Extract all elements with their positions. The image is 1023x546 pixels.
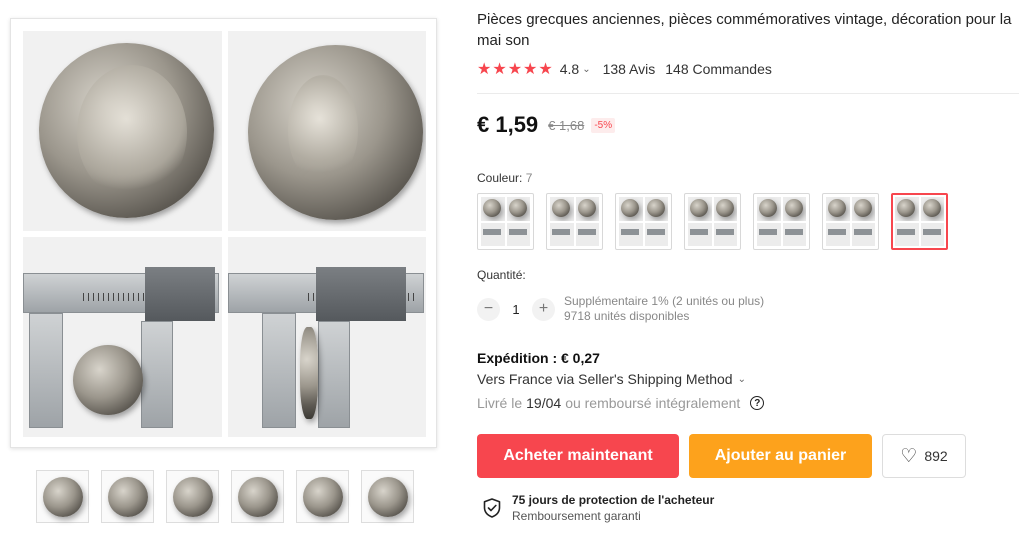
thumbnail[interactable] <box>361 470 414 523</box>
shipping-method-selector[interactable]: Vers France via Seller's Shipping Method… <box>477 371 1023 387</box>
buyer-protection: 75 jours de protection de l'acheteur Rem… <box>483 492 1023 524</box>
color-swatch[interactable] <box>615 193 672 250</box>
heart-icon: ♡ <box>900 445 918 467</box>
star-icon: ★★★★★ <box>477 61 554 78</box>
color-swatches <box>477 193 1023 250</box>
thumbnail[interactable] <box>231 470 284 523</box>
thumbnail[interactable] <box>166 470 219 523</box>
protection-title: 75 jours de protection de l'acheteur <box>512 493 715 507</box>
color-count: 7 <box>525 171 533 185</box>
add-to-cart-button[interactable]: Ajouter au panier <box>689 434 872 478</box>
color-swatch[interactable] <box>753 193 810 250</box>
color-label: Couleur: 7 <box>477 171 533 185</box>
main-image-grid <box>23 31 426 437</box>
shield-check-icon <box>483 498 501 518</box>
action-buttons: Acheter maintenant Ajouter au panier ♡ 8… <box>477 434 1023 478</box>
quantity-stepper: − 1 + Supplémentaire 1% (2 unités ou plu… <box>477 294 1023 324</box>
product-title: Pièces grecques anciennes, pièces commém… <box>477 11 1012 49</box>
quantity-minus-button[interactable]: − <box>477 297 500 321</box>
stock-available-text: 9718 unités disponibles <box>564 309 690 323</box>
thumbnail-strip <box>36 470 414 523</box>
quantity-plus-button[interactable]: + <box>532 297 555 321</box>
reviews-link[interactable]: 138 Avis <box>603 61 656 77</box>
coin-reverse-photo <box>227 31 426 231</box>
thumbnail[interactable] <box>36 470 89 523</box>
orders-count: 148 Commandes <box>665 61 772 77</box>
protection-subtitle: Remboursement garanti <box>512 509 641 523</box>
delivery-estimate: Livré le 19/04 ou remboursé intégralemen… <box>477 395 1023 411</box>
wishlist-count: 892 <box>924 448 948 464</box>
chevron-down-icon[interactable]: ⌄ <box>582 64 590 75</box>
color-swatch[interactable] <box>891 193 948 250</box>
bulk-discount-text: Supplémentaire 1% (2 unités ou plus) <box>564 294 765 308</box>
help-circle-icon[interactable]: ? <box>750 396 765 410</box>
product-info: Pièces grecques anciennes, pièces commém… <box>477 0 1023 524</box>
quantity-info: Supplémentaire 1% (2 unités ou plus) 971… <box>564 294 764 324</box>
original-price: € 1,68 <box>548 117 585 133</box>
thumbnail[interactable] <box>101 470 154 523</box>
rating-row: ★★★★★ 4.8 ⌄ 138 Avis 148 Commandes <box>477 59 1023 79</box>
color-swatch[interactable] <box>822 193 879 250</box>
color-swatch[interactable] <box>684 193 741 250</box>
price-row: € 1,59 € 1,68 -5% <box>477 112 1023 138</box>
current-price: € 1,59 <box>477 112 539 137</box>
quantity-value[interactable]: 1 <box>500 302 532 317</box>
caliper-side-photo <box>227 237 426 437</box>
caliper-front-photo <box>23 237 222 437</box>
color-swatch[interactable] <box>477 193 534 250</box>
discount-badge: -5% <box>591 117 616 133</box>
coin-obverse-photo <box>23 31 222 231</box>
shipping-cost: Expédition : € 0,27 <box>477 350 600 366</box>
thumbnail[interactable] <box>296 470 349 523</box>
color-swatch[interactable] <box>546 193 603 250</box>
rating-value[interactable]: 4.8 <box>560 61 579 77</box>
chevron-down-icon: ⌄ <box>737 373 746 385</box>
quantity-label: Quantité: <box>477 268 526 282</box>
delivery-date: 19/04 <box>526 395 562 411</box>
buy-now-button[interactable]: Acheter maintenant <box>477 434 679 478</box>
divider <box>477 93 1019 94</box>
wishlist-button[interactable]: ♡ 892 <box>882 434 966 478</box>
main-product-image[interactable] <box>10 18 437 448</box>
